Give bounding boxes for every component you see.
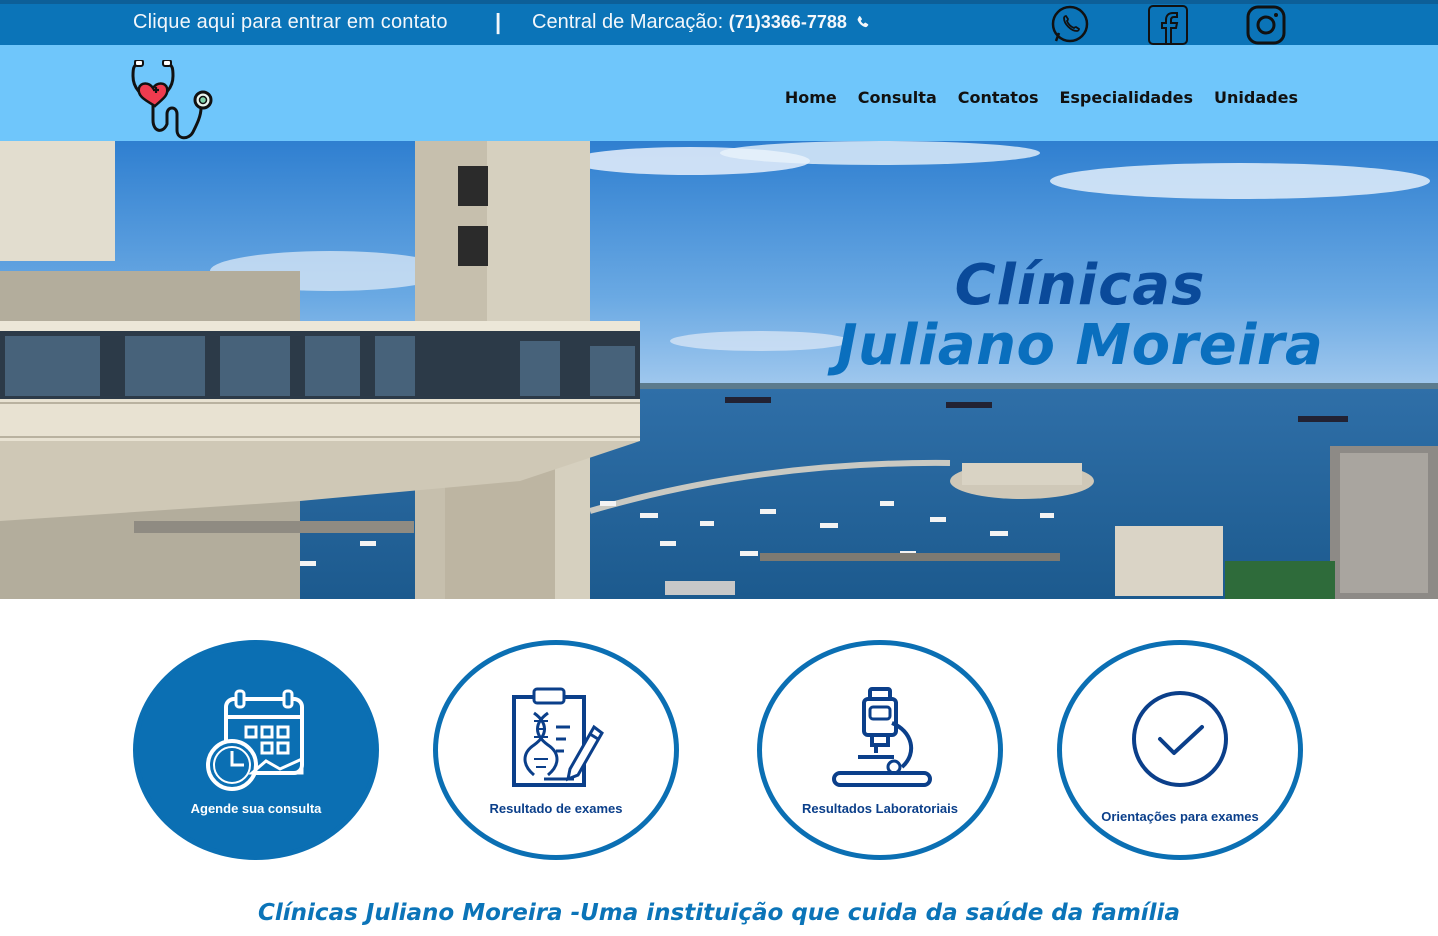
hero-banner: Clínicas Juliano Moreira [0,141,1438,599]
service-resultados-laboratoriais[interactable]: Resultados Laboratoriais [757,640,1003,860]
clipboard-dna-icon [512,687,604,787]
nav-item-consulta[interactable]: Consulta [858,88,937,107]
hero-title-line2: Juliano Moreira [836,313,1324,378]
central-phone[interactable]: (71)3366-7788 [729,12,847,32]
stethoscope-logo[interactable] [131,59,215,142]
central-marcacao: Central de Marcação: (71)3366-7788 [532,11,870,34]
central-label: Central de Marcação: [532,11,724,33]
service-label: Orientações para exames [1101,809,1259,824]
nav-item-contatos[interactable]: Contatos [958,88,1039,107]
nav-item-unidades[interactable]: Unidades [1214,88,1298,107]
instagram-icon[interactable] [1245,4,1287,46]
tagline: Clínicas Juliano Moreira -Uma instituiçã… [258,900,1180,926]
service-label: Resultados Laboratoriais [801,801,959,816]
service-orientacoes-exames[interactable]: Orientações para exames [1057,640,1303,860]
topbar-divider: | [495,9,502,34]
calendar-clock-icon [206,689,304,791]
service-label: Resultado de exames [489,801,623,816]
services-section: Agende sua consulta Resultado de exames [0,640,1438,865]
top-bar: Clique aqui para entrar em contato | Cen… [0,0,1438,45]
check-circle-icon [1132,691,1228,787]
whatsapp-icon[interactable] [1049,4,1091,46]
nav-item-especialidades[interactable]: Especialidades [1059,88,1193,107]
contact-link[interactable]: Clique aqui para entrar em contato [133,11,448,34]
service-resultado-exames[interactable]: Resultado de exames [433,640,679,860]
phone-icon [857,16,869,28]
service-label: Agende sua consulta [190,801,322,816]
microscope-icon [832,687,932,787]
nav-bar: Home Consulta Contatos Especialidades Un… [0,45,1438,141]
facebook-icon[interactable] [1147,4,1189,46]
hero-title: Clínicas Juliano Moreira [820,256,1340,376]
hero-title-line1: Clínicas [954,253,1206,318]
service-agende-consulta[interactable]: Agende sua consulta [133,640,379,860]
main-nav: Home Consulta Contatos Especialidades Un… [764,88,1298,107]
nav-item-home[interactable]: Home [785,88,837,107]
